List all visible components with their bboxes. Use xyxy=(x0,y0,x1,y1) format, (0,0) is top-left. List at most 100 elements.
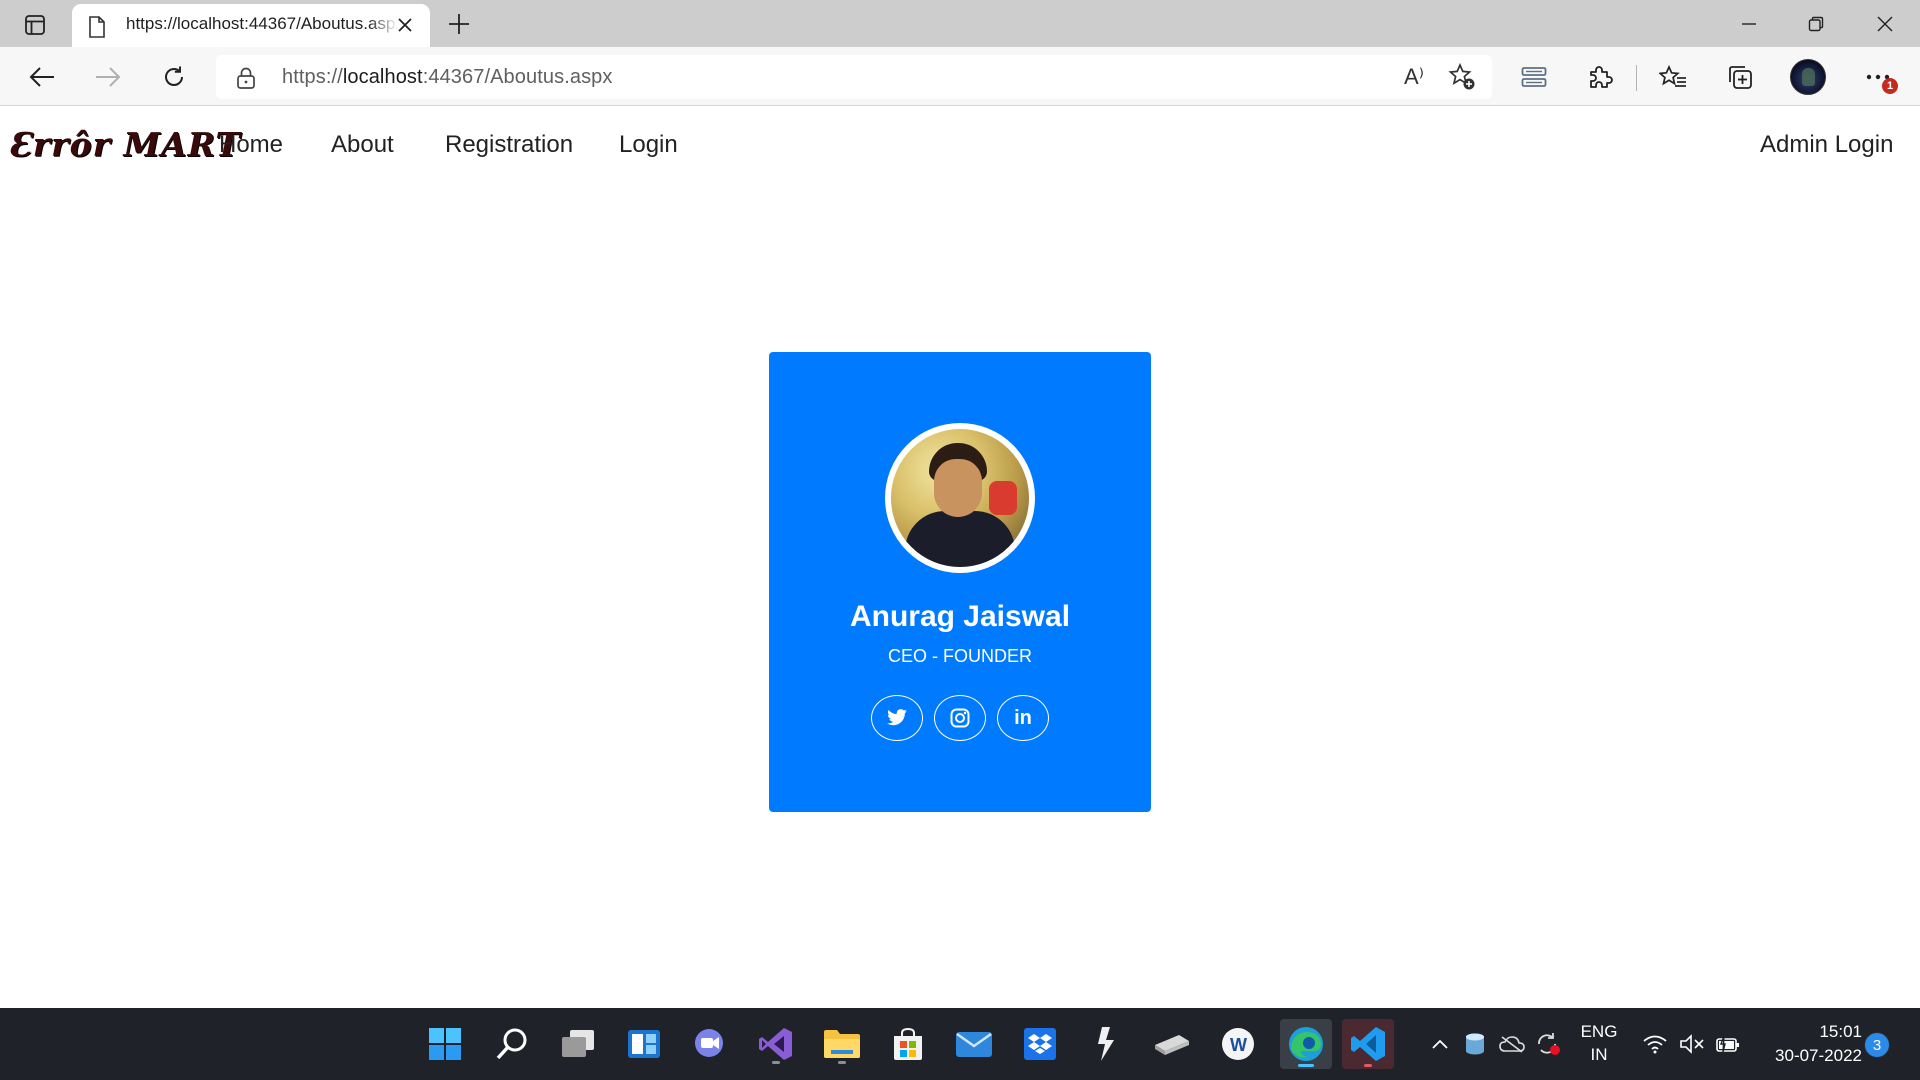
linkedin-button[interactable]: in xyxy=(997,695,1049,741)
arrow-right-icon xyxy=(96,67,121,87)
vscode-button[interactable] xyxy=(1342,1019,1394,1069)
wordweb-button[interactable]: W xyxy=(1216,1022,1260,1066)
file-explorer-button[interactable] xyxy=(820,1022,864,1066)
refresh-icon xyxy=(165,66,183,86)
vscode-icon xyxy=(1351,1027,1385,1061)
puzzle-icon xyxy=(1590,66,1613,88)
restore-button[interactable] xyxy=(1783,0,1849,47)
sync-status-button[interactable] xyxy=(1533,1022,1563,1066)
member-role: CEO - FOUNDER xyxy=(888,646,1032,666)
volume-muted-icon xyxy=(1680,1034,1704,1054)
bolt-app-button[interactable] xyxy=(1084,1022,1128,1066)
clock-time: 15:01 xyxy=(1819,1022,1862,1041)
task-view-icon xyxy=(562,1030,594,1057)
twitter-button[interactable] xyxy=(871,695,923,741)
database-icon xyxy=(1466,1033,1484,1055)
wifi-button[interactable] xyxy=(1640,1022,1670,1066)
mail-icon xyxy=(956,1032,992,1057)
linkedin-icon: in xyxy=(1014,706,1032,729)
region-code: IN xyxy=(1590,1045,1608,1064)
profile-avatar[interactable] xyxy=(1790,59,1826,95)
language-indicator[interactable]: ENG IN xyxy=(1576,1022,1622,1065)
nav-about[interactable]: About xyxy=(331,131,394,159)
arrow-left-icon xyxy=(29,67,54,87)
battery-button[interactable] xyxy=(1713,1022,1743,1066)
refresh-button[interactable] xyxy=(154,57,194,97)
volume-button[interactable] xyxy=(1677,1022,1707,1066)
edge-icon xyxy=(1289,1027,1323,1061)
wordweb-icon: W xyxy=(1222,1028,1254,1060)
task-view-button[interactable] xyxy=(556,1022,600,1066)
instagram-button[interactable] xyxy=(934,695,986,741)
active-indicator xyxy=(1298,1064,1314,1067)
nav-admin-login[interactable]: Admin Login xyxy=(1760,131,1893,159)
close-icon xyxy=(398,18,412,32)
nav-registration[interactable]: Registration xyxy=(445,131,573,159)
microsoft-store-button[interactable] xyxy=(886,1022,930,1066)
nav-home[interactable]: Home xyxy=(219,131,283,159)
tab-actions-button[interactable] xyxy=(18,10,52,40)
windows-start-icon xyxy=(429,1028,461,1060)
dropbox-icon xyxy=(1024,1028,1056,1060)
collections-icon xyxy=(1729,66,1752,89)
running-indicator xyxy=(1364,1064,1372,1067)
forward-button[interactable] xyxy=(88,57,128,97)
clock[interactable]: 15:01 30-07-2022 xyxy=(1752,1022,1862,1066)
collections-button[interactable] xyxy=(1720,57,1760,97)
tray-database-icon-button[interactable] xyxy=(1460,1022,1490,1066)
visual-studio-button[interactable] xyxy=(754,1022,798,1066)
drive-app-button[interactable] xyxy=(1150,1022,1194,1066)
add-favorite-icon[interactable] xyxy=(1448,63,1476,91)
sync-icon xyxy=(1538,1033,1560,1055)
read-aloud-button[interactable]: A⁾ xyxy=(1400,63,1428,91)
tab-aboutus[interactable]: https://localhost:44367/Aboutus.aspx xyxy=(72,4,430,47)
show-hidden-icons-button[interactable] xyxy=(1428,1022,1452,1066)
search-button[interactable] xyxy=(490,1022,534,1066)
address-bar[interactable]: https://localhost:44367/Aboutus.aspx A⁾ xyxy=(216,55,1492,99)
photo-face xyxy=(934,459,982,517)
sidebar-tools-button[interactable] xyxy=(1514,57,1554,97)
lightning-icon xyxy=(1098,1027,1114,1061)
chevron-up-icon xyxy=(1432,1039,1448,1049)
notification-center-badge[interactable]: 3 xyxy=(1864,1032,1890,1058)
start-button[interactable] xyxy=(423,1022,467,1066)
favorites-icon xyxy=(1659,65,1686,87)
close-icon xyxy=(1877,16,1893,31)
edge-browser-button[interactable] xyxy=(1280,1019,1332,1069)
minimize-icon xyxy=(1742,22,1756,25)
widgets-button[interactable] xyxy=(622,1022,666,1066)
photo-background-figure xyxy=(989,481,1017,515)
visual-studio-icon xyxy=(759,1028,792,1060)
windows-taskbar: W ENG IN 15:01 30-07-2022 xyxy=(0,1008,1920,1080)
onedrive-button[interactable] xyxy=(1497,1022,1527,1066)
extensions-button[interactable] xyxy=(1580,57,1620,97)
close-window-button[interactable] xyxy=(1852,0,1918,47)
teams-chat-button[interactable] xyxy=(688,1022,732,1066)
minimize-button[interactable] xyxy=(1716,0,1782,47)
wifi-icon xyxy=(1643,1035,1667,1054)
tab-title: https://localhost:44367/Aboutus.aspx xyxy=(126,14,398,34)
store-icon xyxy=(894,1027,922,1060)
new-tab-button[interactable] xyxy=(442,8,476,40)
twitter-icon xyxy=(887,709,907,726)
favorites-button[interactable] xyxy=(1653,57,1693,97)
battery-charging-icon xyxy=(1716,1035,1739,1053)
url-text[interactable]: https://localhost:44367/Aboutus.aspx xyxy=(282,66,613,89)
hard-drive-icon xyxy=(1155,1035,1189,1055)
svg-text:W: W xyxy=(1230,1035,1247,1055)
tab-close-button[interactable] xyxy=(392,12,418,38)
dropbox-button[interactable] xyxy=(1018,1022,1062,1066)
mail-button[interactable] xyxy=(952,1022,996,1066)
browser-toolbar: https://localhost:44367/Aboutus.aspx A⁾ … xyxy=(0,47,1920,106)
browser-tab-strip: https://localhost:44367/Aboutus.aspx xyxy=(0,0,1920,47)
back-button[interactable] xyxy=(22,57,62,97)
running-indicator xyxy=(772,1061,780,1064)
search-icon xyxy=(496,1028,527,1060)
url-scheme: https:// xyxy=(282,66,343,88)
site-logo[interactable]: Ɛrrôr MART xyxy=(8,125,241,164)
restore-icon xyxy=(1808,16,1824,31)
widgets-icon xyxy=(628,1030,660,1058)
profile-photo xyxy=(885,423,1035,573)
nav-login[interactable]: Login xyxy=(619,131,678,159)
tab-organizer-icon xyxy=(1521,67,1547,87)
